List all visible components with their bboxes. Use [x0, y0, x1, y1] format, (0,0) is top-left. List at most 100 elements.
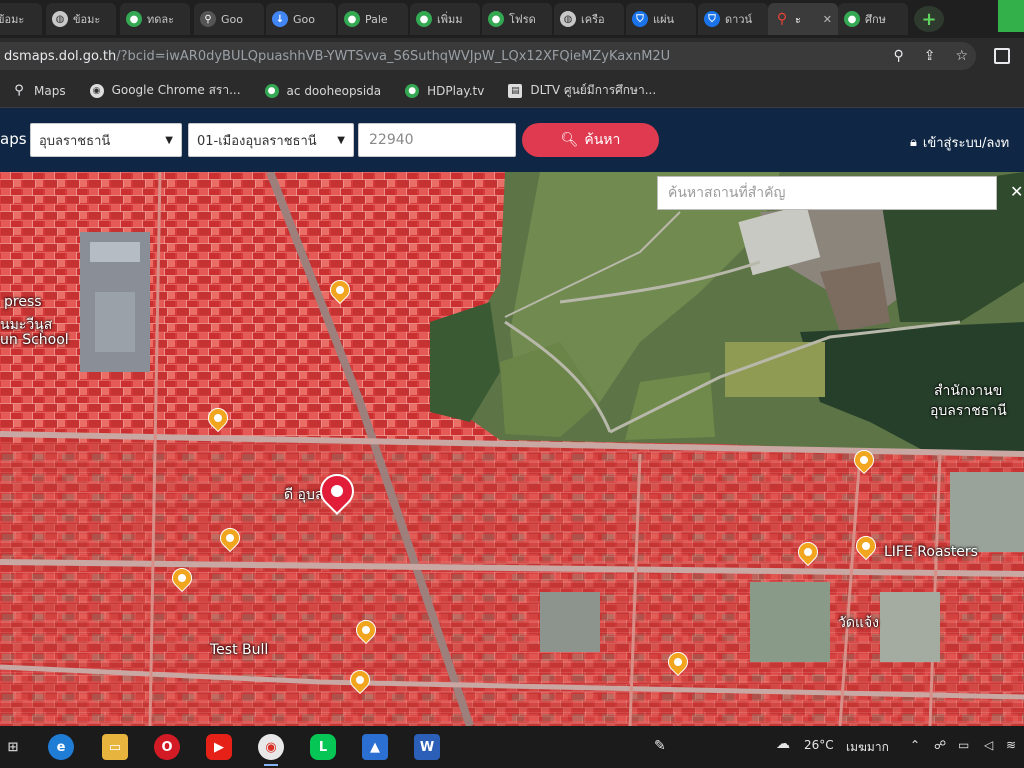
poi-marker[interactable] [849, 445, 879, 476]
site-header: aps อุบลราชธานี ▼ 01-เมืองอุบลราชธานี ▼ … [0, 108, 1024, 172]
poi-marker[interactable] [203, 403, 233, 434]
bookmark-hdplay[interactable]: ● HDPlay.tv [405, 83, 484, 98]
district-select[interactable]: 01-เมืองอุบลราชธานี ▼ [188, 123, 354, 157]
poi-marker[interactable] [345, 665, 375, 696]
close-icon[interactable]: ✕ [823, 13, 832, 26]
tab-search-icon[interactable] [994, 48, 1010, 64]
globe-icon: ◍ [52, 11, 68, 27]
green-circle-icon: ● [344, 11, 360, 27]
address-bar[interactable]: dsmaps.dol.go.th /?bcid=iwAR0dyBULQpuash… [0, 42, 976, 70]
youtube-icon[interactable]: ▶ [206, 734, 232, 760]
browser-tab[interactable]: ● Pale [338, 3, 408, 35]
green-circle-icon: ● [264, 83, 279, 98]
bookmark-dltv[interactable]: ▤ DLTV ศูนย์มีการศึกษา... [508, 81, 656, 100]
chevron-down-icon: ▼ [337, 134, 345, 146]
opera-icon[interactable]: O [154, 734, 180, 760]
close-icon[interactable]: ✕ [1010, 182, 1023, 201]
weather-text[interactable]: เมฆมาก [846, 738, 889, 757]
browser-tab[interactable]: ↓ Goo [266, 3, 336, 35]
download-icon: ↓ [272, 11, 288, 27]
search-button[interactable]: 🔍︎ ค้นหา [522, 123, 659, 157]
map-label-test: Test Bull [210, 642, 269, 658]
place-search-input[interactable]: ค้นหาสถานที่สำคัญ [657, 176, 997, 210]
chevron-up-icon[interactable]: ⌃ [910, 738, 920, 752]
volume-icon[interactable]: ◁ [984, 738, 993, 752]
selected-parcel-marker[interactable] [312, 466, 362, 522]
word-icon[interactable]: W [414, 734, 440, 760]
window-control-accent[interactable] [998, 0, 1024, 32]
browser-tab[interactable]: ● ศึกษ [838, 3, 908, 35]
pen-workspace-icon[interactable]: ✎ [654, 738, 666, 754]
chrome-icon[interactable]: ◉ [258, 734, 284, 766]
network-icon[interactable]: ☍ [934, 738, 946, 752]
edge-icon[interactable]: e [48, 734, 74, 760]
green-circle-icon: ● [488, 11, 504, 27]
province-select[interactable]: อุบลราชธานี ▼ [30, 123, 182, 157]
map-label-life-roasters: LIFE Roasters [884, 544, 978, 560]
address-bar-actions: ⚲ ⇪ ☆ [893, 48, 968, 64]
bookmark-star-icon[interactable]: ☆ [955, 48, 968, 64]
new-tab-button[interactable]: + [914, 6, 944, 32]
file-explorer-icon[interactable]: ▭ [102, 734, 128, 760]
poi-marker[interactable] [793, 537, 823, 568]
location-icon[interactable]: ⚲ [893, 48, 903, 64]
poi-marker[interactable] [325, 275, 355, 306]
poi-marker[interactable] [215, 523, 245, 554]
url-domain: dsmaps.dol.go.th [4, 48, 117, 64]
poi-marker[interactable] [167, 563, 197, 594]
maps-pin-icon: ⚲ [200, 11, 216, 27]
line-icon[interactable]: L [310, 734, 336, 760]
poi-marker[interactable] [351, 615, 381, 646]
chrome-icon: ◉ [89, 83, 104, 98]
green-circle-icon: ● [126, 11, 142, 27]
browser-tab-active[interactable]: ⚲ ะ ✕ [768, 3, 838, 35]
lock-icon: 🔒︎ [910, 135, 917, 150]
browser-tab[interactable]: ⛉ ดาวน์ [698, 3, 768, 35]
windows-taskbar: ⊞ e ▭ O ▶ ◉ L ▲ W ✎ ☁ 26°C เมฆมาก ⌃ ☍ ▭ … [0, 726, 1024, 768]
weather-icon: ☁ [776, 736, 790, 752]
browser-tab[interactable]: ● เพิ่มม [410, 3, 480, 35]
browser-tab[interactable]: ⚲ Goo [194, 3, 264, 35]
bookmark-maps[interactable]: ⚲ Maps [12, 83, 65, 98]
poi-marker[interactable] [663, 647, 693, 678]
photos-icon[interactable]: ▲ [362, 734, 388, 760]
map-label-school: un School [0, 332, 69, 348]
search-icon: 🔍︎ [560, 132, 579, 148]
share-icon[interactable]: ⇪ [924, 48, 936, 64]
map-label-office: สำนักงานข [934, 383, 1003, 399]
battery-icon[interactable]: ▭ [958, 738, 969, 752]
bookmark-chrome[interactable]: ◉ Google Chrome สรา... [89, 81, 241, 100]
browser-tab-strip: ◍ ข้อมะ ◍ ข้อมะ ● ทดละ ⚲ Goo ↓ Goo ● Pal… [0, 0, 1024, 38]
green-circle-icon: ● [416, 11, 432, 27]
tv-icon: ▤ [508, 83, 523, 98]
map-label-center: ดี อุบล [284, 487, 324, 503]
browser-tab[interactable]: ◍ ข้อมะ [46, 3, 116, 35]
site-brand: aps [0, 130, 27, 148]
browser-tab[interactable]: ● ทดละ [120, 3, 190, 35]
bookmarks-bar: ⚲ Maps ◉ Google Chrome สรา... ● ac doohe… [0, 74, 1024, 108]
url-path: /?bcid=iwAR0dyBULQpuashhVB-YWTSvva_S6Sut… [116, 48, 671, 64]
satellite-map[interactable]: ค้นหาสถานที่สำคัญ ✕ press นมะวีนุส un Sc… [0, 172, 1024, 726]
windows-icon[interactable]: ⊞ [0, 734, 26, 760]
bookmark-ac[interactable]: ● ac dooheopsida [264, 83, 381, 98]
map-label-ubon: อุบลราชธานี [930, 403, 1007, 419]
browser-tab[interactable]: ◍ เครือ [554, 3, 624, 35]
map-imagery [0, 172, 1024, 726]
parcel-number-input[interactable]: 22940 [358, 123, 516, 157]
chevron-down-icon: ▼ [165, 134, 173, 146]
login-link[interactable]: 🔒︎ เข้าสู่ระบบ/ลงท [910, 132, 1009, 153]
globe-icon: ◍ [560, 11, 576, 27]
shield-icon: ⛉ [704, 11, 720, 27]
maps-pin-icon: ⚲ [14, 83, 24, 98]
browser-toolbar: dsmaps.dol.go.th /?bcid=iwAR0dyBULQpuash… [0, 38, 1024, 74]
map-label-wat: วัดแจ้ง [838, 615, 880, 631]
wifi-icon[interactable]: ≋ [1006, 738, 1016, 752]
location-icon: ⚲ [776, 11, 788, 27]
browser-tab[interactable]: ⛉ แผ่น [626, 3, 696, 35]
poi-marker[interactable] [851, 531, 881, 562]
browser-tab[interactable]: ● โฟรด [482, 3, 552, 35]
temperature[interactable]: 26°C [804, 738, 834, 752]
green-circle-icon: ● [405, 83, 420, 98]
browser-tab[interactable]: ◍ ข้อมะ [0, 3, 42, 35]
shield-icon: ⛉ [632, 11, 648, 27]
